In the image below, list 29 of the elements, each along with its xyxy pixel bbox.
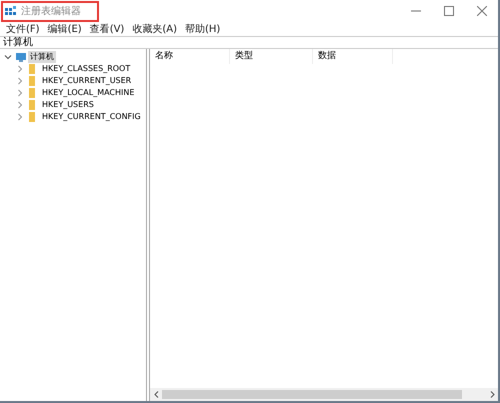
maximize-icon [444,6,454,16]
menu-item[interactable]: 文件(F) [2,22,44,36]
column-header[interactable]: 类型 [230,49,313,64]
tree-item[interactable]: HKEY_CURRENT_CONFIG [40,111,143,123]
expand-icon[interactable] [16,101,24,109]
menu-item[interactable]: 帮助(H) [181,22,224,36]
column-header[interactable]: 名称 [150,49,230,64]
computer-icon [16,52,26,62]
tree-item[interactable]: HKEY_CURRENT_USER [40,75,134,87]
tree-item[interactable]: HKEY_USERS [40,99,96,111]
address-bar[interactable]: 计算机 [0,36,498,49]
menu-item[interactable]: 收藏夹(A) [128,22,181,36]
window-title: 注册表编辑器 [3,2,97,20]
expand-icon[interactable] [16,65,24,73]
close-icon [476,6,486,16]
expand-icon[interactable] [16,113,24,121]
tree-item[interactable]: HKEY_LOCAL_MACHINE [40,87,136,99]
column-header[interactable]: 数据 [313,49,393,64]
scrollbar-thumb[interactable] [162,390,462,399]
registry-icon [5,5,17,17]
chevron-left-icon [154,390,158,398]
tree-item[interactable]: HKEY_CLASSES_ROOT [40,63,132,75]
collapse-icon[interactable] [4,53,12,61]
menu-item[interactable]: 编辑(E) [44,22,86,36]
expand-icon[interactable] [16,77,24,85]
tree-item[interactable]: 计算机 [28,51,56,63]
chevron-right-icon [490,390,494,398]
expand-icon[interactable] [16,89,24,97]
menu-item[interactable]: 查看(V) [86,22,128,36]
